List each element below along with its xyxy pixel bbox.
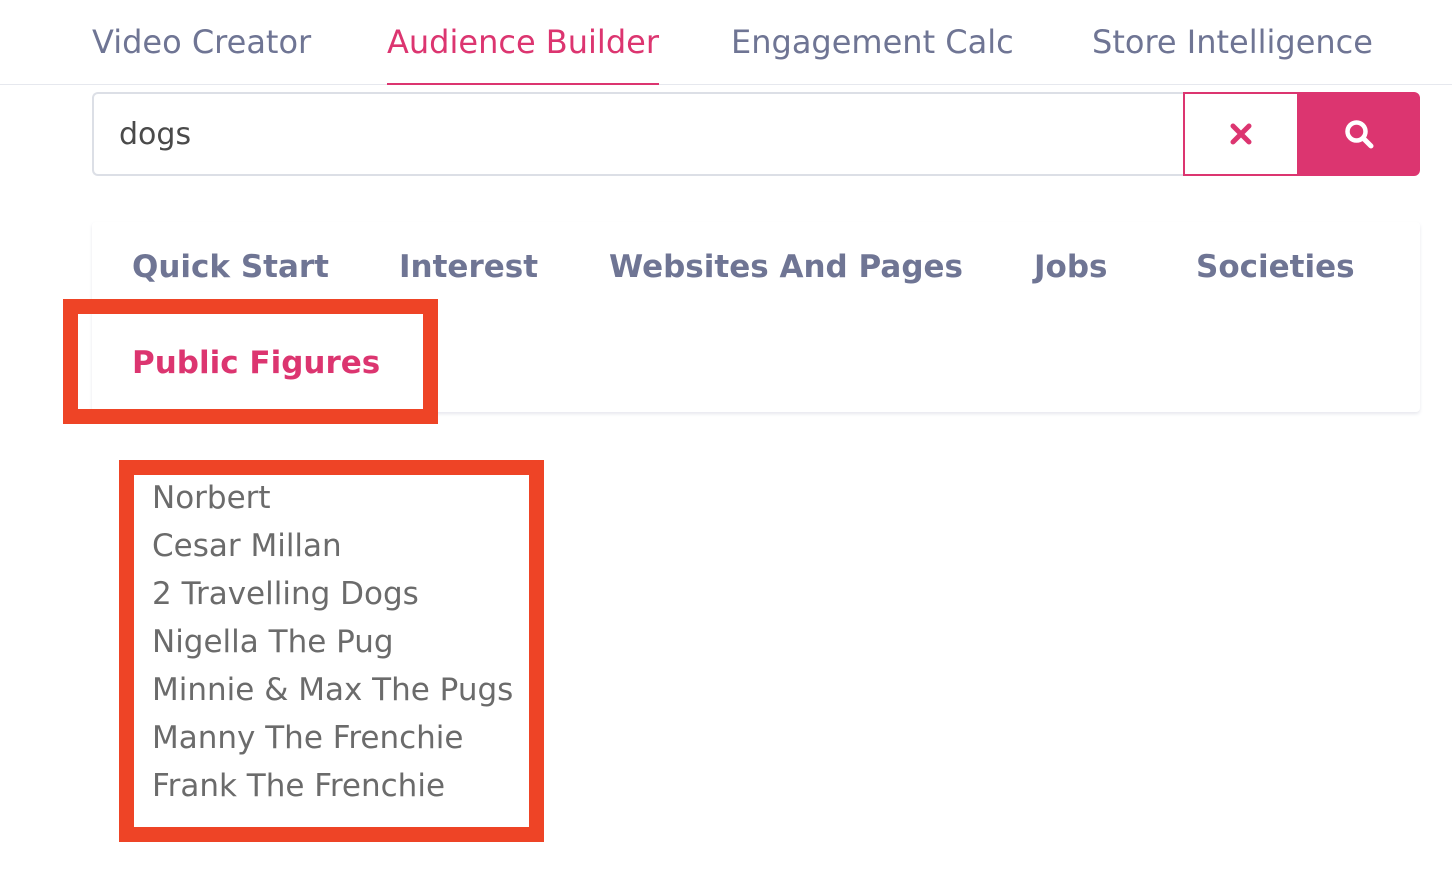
top-navigation: Video Creator Audience Builder Engagemen… xyxy=(0,0,1452,85)
list-item[interactable]: Frank The Frenchie xyxy=(152,762,513,810)
clear-search-button[interactable] xyxy=(1183,92,1299,176)
tab-interest[interactable]: Interest xyxy=(399,247,538,287)
list-item[interactable]: Minnie & Max The Pugs xyxy=(152,666,513,714)
tab-websites-and-pages[interactable]: Websites And Pages xyxy=(609,247,963,287)
list-item[interactable]: Nigella The Pug xyxy=(152,618,513,666)
tab-video-creator[interactable]: Video Creator xyxy=(92,22,311,62)
tab-store-intelligence[interactable]: Store Intelligence xyxy=(1092,22,1373,62)
tab-jobs[interactable]: Jobs xyxy=(1034,247,1107,287)
tab-societies[interactable]: Societies xyxy=(1196,247,1355,287)
tab-quick-start[interactable]: Quick Start xyxy=(132,247,329,287)
search-input[interactable] xyxy=(92,92,1184,176)
tab-engagement-calc[interactable]: Engagement Calc xyxy=(731,22,1014,62)
tab-audience-builder[interactable]: Audience Builder xyxy=(387,22,659,85)
list-item[interactable]: 2 Travelling Dogs xyxy=(152,570,513,618)
list-item[interactable]: Norbert xyxy=(152,474,513,522)
tab-public-figures[interactable]: Public Figures xyxy=(132,343,380,383)
results-list: Norbert Cesar Millan 2 Travelling Dogs N… xyxy=(152,474,513,810)
list-item[interactable]: Cesar Millan xyxy=(152,522,513,570)
search-icon xyxy=(1345,120,1374,149)
category-tabs-panel: Quick Start Interest Websites And Pages … xyxy=(92,222,1420,412)
list-item[interactable]: Manny The Frenchie xyxy=(152,714,513,762)
close-icon xyxy=(1230,123,1252,145)
search-button[interactable] xyxy=(1298,92,1420,176)
